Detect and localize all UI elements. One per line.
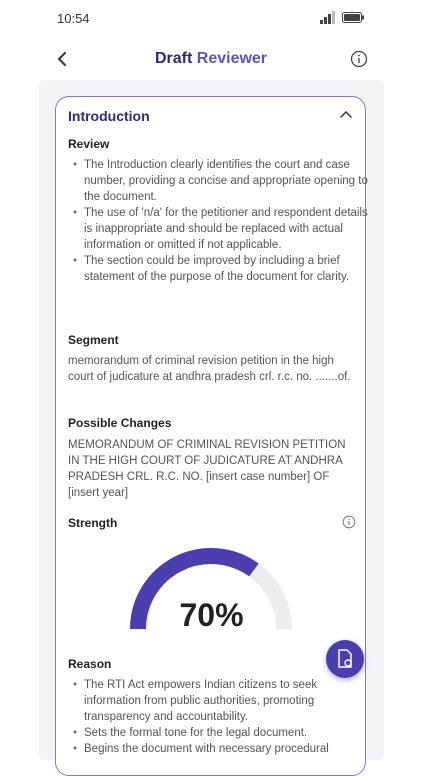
- section-title[interactable]: Introduction: [68, 108, 150, 124]
- segment-text: memorandum of criminal revision petition…: [68, 355, 351, 383]
- strength-percent: 70%: [179, 597, 244, 633]
- status-bar: 10:54: [0, 0, 422, 36]
- strength-heading: Strength: [68, 516, 118, 530]
- reason-list: The RTI Act empowers Indian citizens to …: [68, 677, 369, 757]
- status-time: 10:54: [57, 11, 90, 26]
- strength-info-icon[interactable]: [342, 515, 356, 529]
- changes-text: MEMORANDUM OF CRIMINAL REVISION PETITION…: [68, 439, 346, 499]
- title-part-draft: Draft: [154, 50, 193, 67]
- battery-icon: [342, 12, 364, 23]
- reason-point: Begins the document with necessary proce…: [73, 741, 369, 757]
- review-point: The section could be improved by includi…: [73, 253, 369, 285]
- reason-point: Sets the formal tone for the legal docum…: [73, 725, 369, 741]
- document-settings-icon: [338, 649, 352, 668]
- title-part-reviewer: Reviewer: [196, 50, 268, 67]
- review-heading: Review: [68, 137, 110, 151]
- segment-heading: Segment: [68, 333, 119, 347]
- reason-heading: Reason: [68, 657, 112, 671]
- introduction-card: Introduction Review The Introduction cle…: [55, 96, 369, 776]
- changes-heading: Possible Changes: [68, 416, 172, 430]
- header: Draft Reviewer: [0, 42, 422, 78]
- info-icon[interactable]: [350, 50, 368, 68]
- review-point: The use of 'n/a' for the petitioner and …: [73, 205, 369, 253]
- review-list: The Introduction clearly identifies the …: [68, 157, 369, 285]
- reason-point: The RTI Act empowers Indian citizens to …: [73, 677, 369, 725]
- review-point: The Introduction clearly identifies the …: [73, 157, 369, 205]
- chevron-up-icon[interactable]: [339, 109, 353, 119]
- document-action-button[interactable]: [326, 640, 364, 678]
- signal-icon: [320, 11, 335, 24]
